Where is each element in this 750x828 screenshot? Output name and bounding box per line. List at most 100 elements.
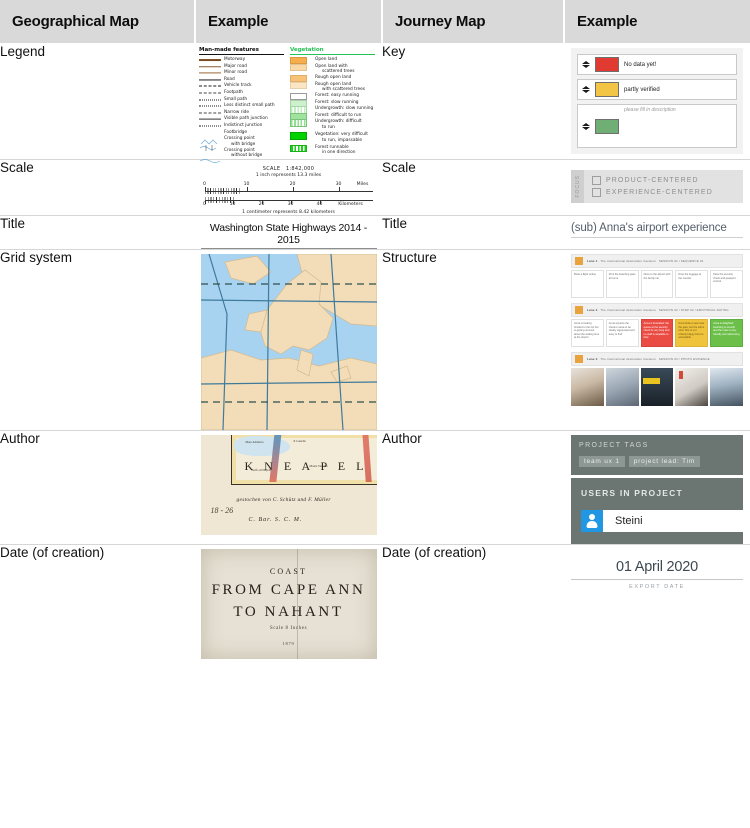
rough-open-land-swatch	[290, 75, 312, 83]
forest-slow-running-swatch	[290, 99, 312, 107]
key-color-swatch-red[interactable]	[595, 57, 619, 72]
visible-path-junction-symbol	[199, 116, 221, 122]
legend-column-vegetation: Vegetation Open land Open land with scatt…	[290, 47, 375, 159]
km-tick-label: 40	[316, 202, 323, 208]
geo-example-legend: Man-made features Motorway Major road Mi…	[195, 44, 382, 163]
journey-example-date: 01 April 2020 EXPORT DATE	[564, 545, 750, 660]
lane-icon	[575, 306, 583, 315]
card-text: Anna is looking forward to the trip but …	[574, 322, 600, 340]
journey-photo-card[interactable]	[640, 368, 674, 407]
column-header-journey-map: Journey Map	[381, 0, 564, 44]
export-date-value: 01 April 2020	[615, 559, 699, 576]
legend-item-label: Vegetation: very difficult to run, impass…	[315, 132, 368, 143]
journey-example-author: PROJECT TAGS team ux 1 project lead: Tim…	[564, 431, 750, 545]
journey-card[interactable]: Anna is looking forward to the trip but …	[571, 319, 604, 348]
orienteering-legend: Man-made features Motorway Major road Mi…	[199, 47, 375, 163]
checkbox-icon[interactable]	[592, 175, 601, 185]
legend-item-label: Undergrowth: difficult to run	[315, 119, 362, 130]
reorder-arrows-icon[interactable]	[581, 122, 590, 130]
journey-card-positive[interactable]: Anna is delighted: boarding is smooth an…	[710, 319, 743, 348]
journey-card[interactable]: Anna expects the check-in area to be cle…	[605, 319, 639, 348]
project-tag[interactable]: team ux 1	[579, 456, 625, 468]
map-comparison-table: Geographical Map Example Journey Map Exa…	[0, 0, 750, 660]
card-text: Book a flight online	[574, 273, 596, 277]
scale-cm-note: 1 centimeter represents 8.42 kilometers	[242, 210, 335, 216]
checkbox-icon[interactable]	[592, 187, 601, 197]
journey-title-text[interactable]: (sub) Anna's airport experience	[571, 222, 743, 239]
journey-card[interactable]: Print the boarding pass at home	[605, 270, 639, 299]
key-row-label[interactable]: No data yet!	[624, 62, 733, 68]
lane-header[interactable]: Lane 1 · The international destination t…	[571, 254, 743, 269]
journey-photo-card[interactable]	[605, 368, 639, 407]
journey-card[interactable]: Drive to the airport with the family car	[640, 270, 674, 299]
scale-inch-note: 1 inch represents 13.3 miles	[255, 173, 322, 179]
antique-map-cartouche: Mare Adriatico Il Castello Golfo di Napo…	[200, 435, 377, 536]
journey-card-negative[interactable]: Anna is frustrated: the queue at the sec…	[640, 319, 674, 348]
lane-header[interactable]: Lane 3 · The international destination t…	[571, 352, 743, 367]
column-header-geographical-map: Geographical Map	[0, 0, 195, 44]
legend-item-label: Narrow ride	[224, 109, 250, 115]
minor-road-symbol	[199, 70, 221, 76]
journey-example-structure: Lane 1 · The international destination t…	[564, 250, 750, 431]
footpath-symbol	[199, 90, 221, 96]
table-row: Scale SCALE 1:842,000 1 inch represents …	[0, 159, 750, 216]
journey-example-focus: FOCUS PRODUCT-CENTERED EXPERIENCE-CENTER…	[564, 159, 750, 216]
km-tick-label: 0	[203, 202, 206, 208]
reorder-arrows-icon[interactable]	[581, 86, 590, 93]
miles-hatching	[204, 188, 241, 195]
key-color-swatch-yellow[interactable]	[595, 82, 619, 97]
journey-card[interactable]: Pass the security check and passport con…	[710, 270, 743, 299]
journey-photo-card[interactable]	[675, 368, 709, 407]
table-row: Author Mare Adriatico Il Castello Golfo …	[0, 430, 750, 545]
miles-tick-label: 30	[335, 182, 342, 188]
key-row[interactable]: No data yet!	[577, 54, 737, 75]
narrow-ride-symbol	[199, 110, 221, 116]
journey-card[interactable]: Book a flight online	[571, 270, 604, 299]
imprint-line: C. Bar. S. C. M.	[248, 517, 303, 524]
journey-lane: Lane 3 · The international destination t…	[571, 352, 743, 407]
key-color-swatch-green[interactable]	[595, 118, 619, 134]
legend-item-label: Forest: slow running	[315, 99, 359, 105]
key-row-placeholder[interactable]: please fill in description	[624, 107, 733, 145]
miles-tick-label: 0	[203, 182, 206, 188]
geo-example-title: Washington State Highways 2014 - 2015	[195, 216, 382, 250]
user-list-item[interactable]: Steini	[581, 510, 743, 533]
row-label-structure: Structure	[382, 250, 437, 266]
focus-option-product-centered[interactable]: PRODUCT-CENTERED	[592, 175, 713, 185]
crossing-point-with-bridge-symbol	[199, 136, 221, 152]
journey-photo-card[interactable]	[571, 368, 604, 407]
road-symbol	[199, 77, 221, 83]
chart-line-2: FROM CAPE ANN	[211, 582, 366, 599]
table-row: Legend Man-made features Motorway Major …	[0, 43, 750, 163]
journey-key-panel: No data yet! partly verified please fill…	[571, 48, 743, 154]
focus-option-label: PRODUCT-CENTERED	[606, 176, 699, 184]
footbridge-symbol	[199, 130, 221, 145]
user-name: Steini	[615, 515, 643, 528]
legend-item-label: Rough open land with scattered trees	[315, 81, 366, 92]
project-tag[interactable]: project lead: Tim	[628, 456, 701, 468]
journey-card[interactable]: Drop the luggage at the counter	[675, 270, 709, 299]
geo-example-scale: SCALE 1:842,000 1 inch represents 13.3 m…	[195, 159, 382, 216]
reorder-arrows-icon[interactable]	[581, 61, 590, 68]
geo-example-grid-system	[195, 250, 382, 431]
legend-item-label: Rough open land	[315, 75, 352, 80]
key-row[interactable]: partly verified	[577, 79, 737, 100]
legend-item-label: Minor road	[224, 70, 248, 76]
key-row-label[interactable]: partly verified	[624, 87, 733, 93]
legend-item-label: Visible path junction	[224, 116, 268, 122]
row-label-scale-journey: Scale	[382, 159, 416, 175]
focus-option-experience-centered[interactable]: EXPERIENCE-CENTERED	[592, 187, 713, 197]
lane-header[interactable]: Lane 2 · The international destination t…	[571, 303, 743, 318]
scale-bar-graphic: 0 10 20 30 Miles 0 10 20 30 40 Kilometer…	[201, 182, 377, 208]
journey-photo-card[interactable]	[710, 368, 743, 407]
geo-example-author: Mare Adriatico Il Castello Golfo di Napo…	[195, 431, 382, 545]
legend-item-label: Vehicle track	[224, 83, 252, 89]
legend-item-label: Footpath	[224, 89, 244, 95]
row-label-date-geo: Date (of creation)	[0, 545, 105, 561]
chart-line-3: TO NAHANT	[233, 604, 344, 621]
key-row[interactable]: please fill in description	[577, 104, 737, 148]
journey-card-neutral[interactable]: Anna finds a seat near the gate, but the…	[675, 319, 709, 348]
crossing-point-without-bridge-symbol	[199, 148, 221, 163]
legend-item-label: Open land	[315, 57, 338, 62]
miles-unit-label: Miles	[356, 182, 369, 188]
